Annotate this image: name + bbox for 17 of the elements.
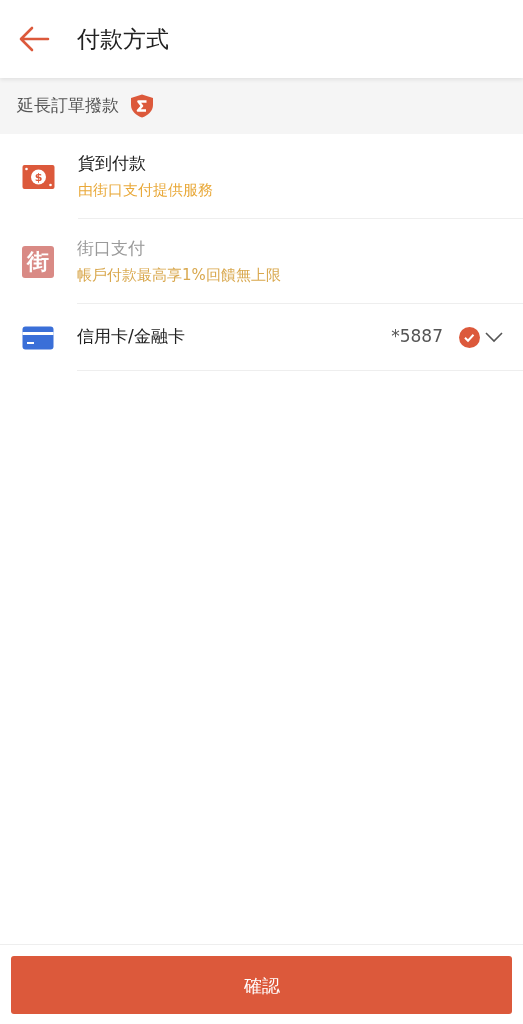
card-number: *5887 bbox=[391, 325, 443, 349]
confirm-button[interactable]: 確認 bbox=[11, 956, 512, 1014]
option-name: 信用卡/金融卡 bbox=[77, 325, 186, 349]
section-label: 延長訂單撥款 bbox=[17, 94, 119, 118]
page-title: 付款方式 bbox=[77, 24, 169, 54]
payment-option[interactable]: 信用卡/金融卡 *5887 bbox=[0, 304, 523, 371]
chevron-icon[interactable] bbox=[485, 331, 503, 343]
shield-icon bbox=[129, 93, 155, 119]
back-icon[interactable] bbox=[18, 26, 50, 52]
option-name: 街口支付 bbox=[77, 236, 146, 260]
cash-icon: $ bbox=[22, 163, 55, 190]
option-note: 由街口支付提供服務 bbox=[78, 180, 214, 201]
option-name: 貨到付款 bbox=[78, 151, 147, 175]
credit-card-icon bbox=[22, 325, 54, 350]
payment-option[interactable]: $ 貨到付款 由街口支付提供服務 bbox=[0, 134, 523, 219]
wallet-logo: 街 bbox=[22, 245, 54, 278]
option-note: 帳戶付款最高享1%回饋無上限 bbox=[77, 265, 282, 286]
